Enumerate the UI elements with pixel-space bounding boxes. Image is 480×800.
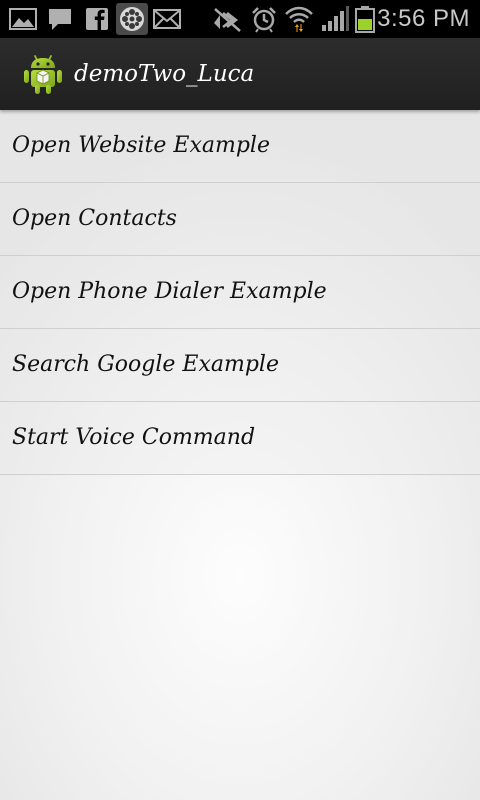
alarm-icon	[252, 7, 276, 33]
mute-icon	[214, 8, 241, 32]
message-icon	[49, 9, 71, 30]
menu-list: Open Website Example Open Contacts Open …	[0, 110, 480, 475]
list-item-search-google[interactable]: Search Google Example	[0, 329, 480, 402]
list-item-label: Open Contacts	[12, 206, 177, 231]
list-item-label: Open Phone Dialer Example	[12, 279, 327, 304]
list-item-label: Start Voice Command	[12, 425, 256, 450]
battery-icon	[355, 6, 375, 33]
action-bar: demoTwo_Luca	[0, 38, 480, 110]
facebook-icon	[86, 8, 108, 31]
film-reel-icon	[116, 3, 148, 35]
clock-time: 3:56 PM	[377, 5, 470, 32]
list-item-start-voice-command[interactable]: Start Voice Command	[0, 402, 480, 475]
list-item-label: Search Google Example	[12, 352, 279, 377]
list-item-open-website[interactable]: Open Website Example	[0, 110, 480, 183]
wifi-icon	[285, 6, 313, 32]
list-item-open-contacts[interactable]: Open Contacts	[0, 183, 480, 256]
gallery-icon	[9, 8, 37, 30]
email-icon	[153, 9, 181, 29]
app-title: demoTwo_Luca	[74, 61, 255, 87]
signal-icon	[322, 6, 349, 31]
status-bar: 3:56 PM	[0, 0, 480, 38]
list-item-label: Open Website Example	[12, 133, 270, 158]
android-icon	[24, 55, 62, 94]
list-item-open-phone-dialer[interactable]: Open Phone Dialer Example	[0, 256, 480, 329]
